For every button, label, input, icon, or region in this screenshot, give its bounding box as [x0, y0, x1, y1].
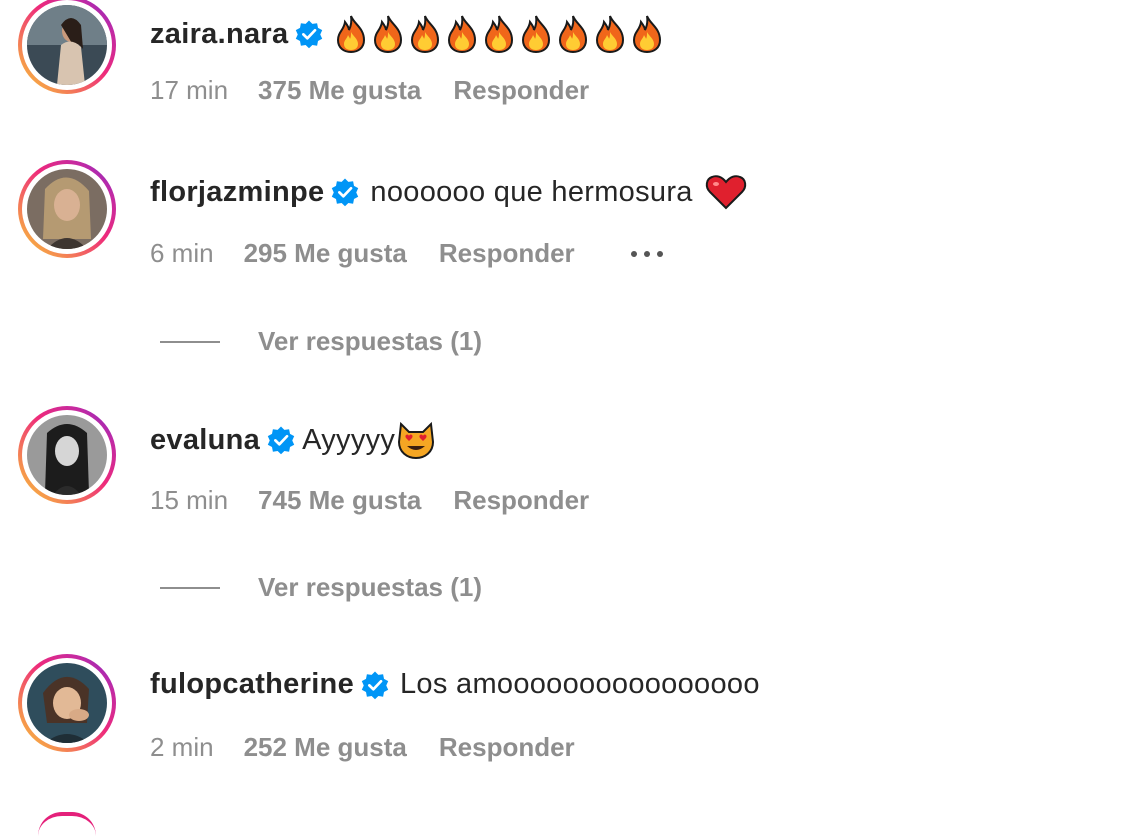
reply-button[interactable]: Responder [453, 75, 589, 106]
comment-meta: 6 min 295 Me gusta Responder [150, 238, 663, 269]
replies-divider [160, 586, 220, 589]
avatar[interactable] [38, 812, 96, 836]
comment-username[interactable]: evaluna [150, 424, 260, 457]
fire-emoji-icon [559, 15, 588, 54]
verified-badge-icon [361, 671, 389, 699]
reply-button[interactable]: Responder [439, 732, 575, 763]
avatar[interactable] [18, 160, 116, 258]
comment-text: Los amoooooooooooooooo [400, 668, 760, 700]
likes-count-button[interactable]: 295 Me gusta [244, 238, 407, 269]
likes-count-button[interactable]: 375 Me gusta [258, 75, 421, 106]
likes-count-button[interactable]: 252 Me gusta [244, 732, 407, 763]
fire-emoji-icon [485, 15, 514, 54]
more-options-icon[interactable] [630, 250, 663, 257]
view-replies-button[interactable]: Ver respuestas (1) [160, 572, 482, 603]
fire-emoji-icon [633, 15, 662, 54]
fire-emoji-icon [337, 15, 366, 54]
likes-count-button[interactable]: 745 Me gusta [258, 485, 421, 516]
verified-badge-icon [296, 20, 323, 49]
verified-badge-icon [267, 426, 295, 455]
comment-time: 6 min [150, 238, 214, 268]
fire-emoji-icon [411, 15, 440, 54]
comment-line: zaira.nara [150, 14, 667, 54]
reply-button[interactable]: Responder [453, 485, 589, 516]
view-replies-button[interactable]: Ver respuestas (1) [160, 326, 482, 357]
fire-emoji-icon [596, 15, 625, 54]
verified-badge-icon [332, 178, 359, 207]
view-replies-label: Ver respuestas (1) [258, 572, 483, 602]
fire-emoji-icon [522, 15, 551, 54]
red-heart-emoji-icon [705, 175, 746, 210]
comment-username[interactable]: florjazminpe [150, 176, 324, 209]
comment-time: 2 min [150, 732, 214, 762]
avatar[interactable] [18, 406, 116, 504]
comment-text: Ayyyyy [302, 423, 396, 456]
comment-line: fulopcatherine Los amoooooooooooooooo [150, 668, 760, 701]
comment-line: florjazminpe noooooo que hermosura [150, 174, 747, 210]
avatar[interactable] [18, 0, 116, 94]
heart-eyes-cat-emoji-icon [398, 421, 435, 460]
comment-username[interactable]: zaira.nara [150, 18, 288, 51]
replies-divider [160, 340, 220, 343]
fire-emoji-icon [448, 15, 477, 54]
avatar[interactable] [18, 654, 116, 752]
comment-username[interactable]: fulopcatherine [150, 668, 354, 701]
comment-time: 17 min [150, 75, 229, 105]
view-replies-label: Ver respuestas (1) [258, 326, 483, 356]
comment-text: noooooo que hermosura [370, 175, 693, 208]
reply-button[interactable]: Responder [439, 238, 575, 269]
fire-emoji-group [334, 14, 667, 54]
comment-meta: 2 min 252 Me gusta Responder [150, 732, 575, 763]
comment-meta: 15 min 745 Me gusta Responder [150, 485, 589, 516]
fire-emoji-icon [374, 15, 403, 54]
comment-line: evaluna Ayyyyy [150, 420, 437, 460]
comment-time: 15 min [150, 485, 229, 515]
comment-meta: 17 min 375 Me gusta Responder [150, 75, 589, 106]
